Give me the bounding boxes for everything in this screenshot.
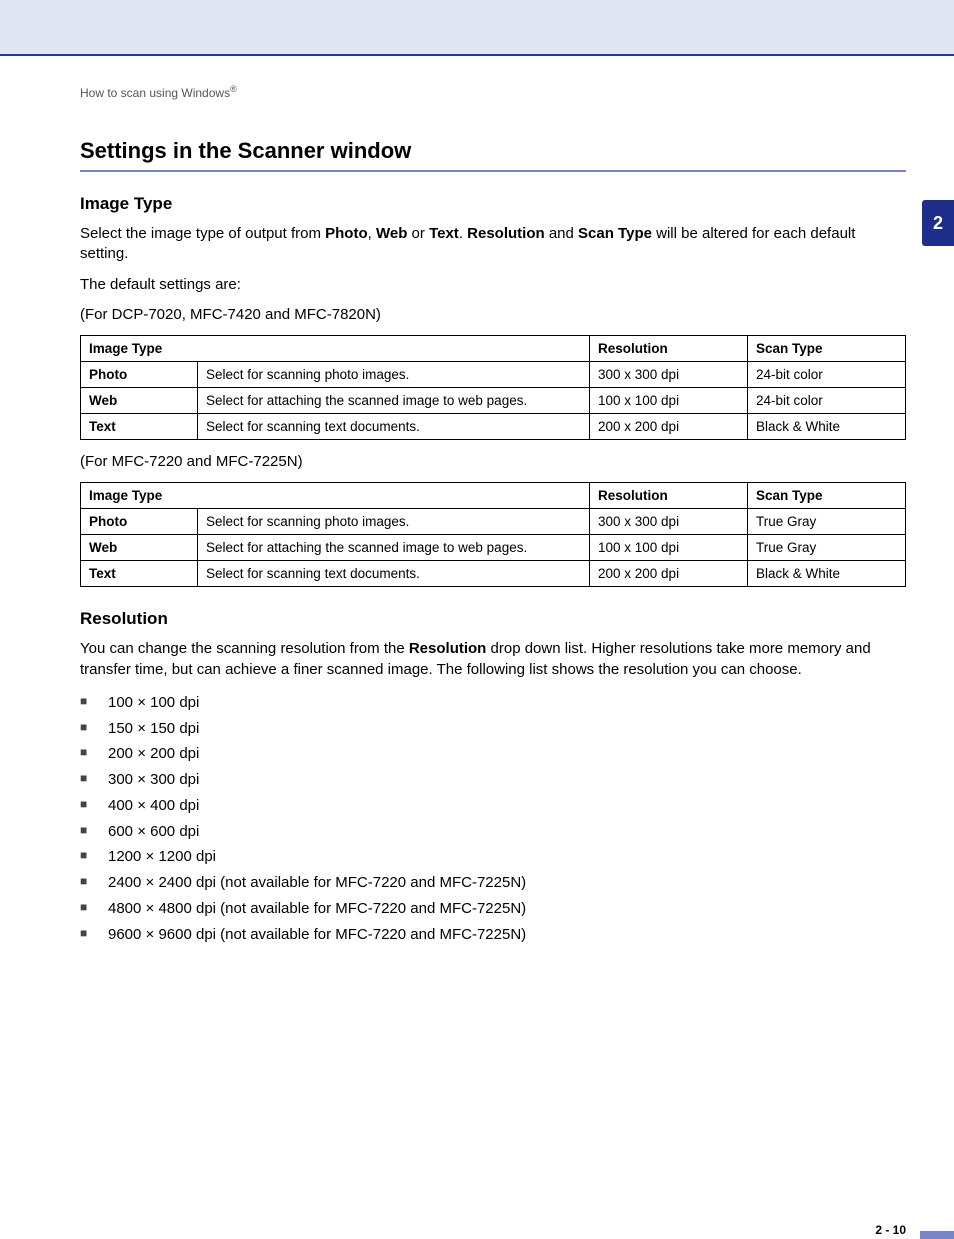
cell-desc: Select for scanning text documents.: [198, 561, 590, 587]
th-scan-type: Scan Type: [748, 336, 906, 362]
bold-resolution: Resolution: [409, 640, 487, 657]
section-title: Settings in the Scanner window: [80, 138, 906, 172]
resolution-list: 100 × 100 dpi 150 × 150 dpi 200 × 200 dp…: [80, 690, 906, 948]
cell-desc: Select for attaching the scanned image t…: [198, 388, 590, 414]
bold-scantype: Scan Type: [578, 225, 652, 242]
cell-scan: Black & White: [748, 414, 906, 440]
cell-res: 200 x 200 dpi: [590, 414, 748, 440]
cell-type: Web: [81, 388, 198, 414]
resolution-intro: You can change the scanning resolution f…: [80, 639, 906, 680]
table2-caption: (For MFC-7220 and MFC-7225N): [80, 452, 906, 472]
list-item: 4800 × 4800 dpi (not available for MFC-7…: [80, 896, 906, 922]
cell-res: 300 x 300 dpi: [590, 362, 748, 388]
text: You can change the scanning resolution f…: [80, 640, 409, 657]
bold-resolution: Resolution: [467, 225, 545, 242]
defaults-label: The default settings are:: [80, 275, 906, 295]
th-scan-type: Scan Type: [748, 483, 906, 509]
text: or: [407, 225, 429, 242]
bold-photo: Photo: [325, 225, 368, 242]
table-row: Web Select for attaching the scanned ima…: [81, 388, 906, 414]
page-footer: 2 - 10: [0, 1207, 954, 1237]
text: .: [459, 225, 467, 242]
text: Select the image type of output from: [80, 225, 325, 242]
bold-web: Web: [376, 225, 407, 242]
cell-scan: True Gray: [748, 509, 906, 535]
breadcrumb-text: How to scan using Windows: [80, 86, 230, 100]
list-item: 150 × 150 dpi: [80, 716, 906, 742]
settings-table-1: Image Type Resolution Scan Type Photo Se…: [80, 335, 906, 440]
text: and: [545, 225, 578, 242]
cell-desc: Select for attaching the scanned image t…: [198, 535, 590, 561]
image-type-intro: Select the image type of output from Pho…: [80, 224, 906, 265]
page-content: How to scan using Windows® 2 Settings in…: [0, 56, 954, 947]
th-image-type: Image Type: [81, 336, 590, 362]
list-item: 600 × 600 dpi: [80, 819, 906, 845]
table-row: Text Select for scanning text documents.…: [81, 561, 906, 587]
cell-res: 100 x 100 dpi: [590, 535, 748, 561]
cell-desc: Select for scanning photo images.: [198, 362, 590, 388]
image-type-heading: Image Type: [80, 194, 906, 214]
th-image-type: Image Type: [81, 483, 590, 509]
cell-res: 200 x 200 dpi: [590, 561, 748, 587]
cell-type: Text: [81, 414, 198, 440]
table-row: Photo Select for scanning photo images. …: [81, 509, 906, 535]
th-resolution: Resolution: [590, 483, 748, 509]
table-row: Text Select for scanning text documents.…: [81, 414, 906, 440]
chapter-number: 2: [933, 213, 943, 234]
list-item: 400 × 400 dpi: [80, 793, 906, 819]
th-resolution: Resolution: [590, 336, 748, 362]
chapter-tab: 2: [922, 200, 954, 246]
cell-scan: 24-bit color: [748, 388, 906, 414]
cell-desc: Select for scanning photo images.: [198, 509, 590, 535]
resolution-heading: Resolution: [80, 609, 906, 629]
table-row: Photo Select for scanning photo images. …: [81, 362, 906, 388]
cell-scan: 24-bit color: [748, 362, 906, 388]
footer-decoration: [920, 1231, 954, 1239]
header-bar: [0, 0, 954, 56]
page-number: 2 - 10: [875, 1223, 906, 1237]
table-header-row: Image Type Resolution Scan Type: [81, 483, 906, 509]
bold-text: Text: [429, 225, 459, 242]
cell-type: Text: [81, 561, 198, 587]
breadcrumb: How to scan using Windows®: [80, 84, 906, 100]
trademark-symbol: ®: [230, 84, 237, 94]
cell-desc: Select for scanning text documents.: [198, 414, 590, 440]
text: ,: [368, 225, 376, 242]
list-item: 2400 × 2400 dpi (not available for MFC-7…: [80, 870, 906, 896]
cell-scan: True Gray: [748, 535, 906, 561]
table1-caption: (For DCP-7020, MFC-7420 and MFC-7820N): [80, 305, 906, 325]
list-item: 300 × 300 dpi: [80, 767, 906, 793]
cell-scan: Black & White: [748, 561, 906, 587]
cell-type: Photo: [81, 362, 198, 388]
list-item: 100 × 100 dpi: [80, 690, 906, 716]
cell-res: 100 x 100 dpi: [590, 388, 748, 414]
list-item: 1200 × 1200 dpi: [80, 844, 906, 870]
table-row: Web Select for attaching the scanned ima…: [81, 535, 906, 561]
cell-type: Web: [81, 535, 198, 561]
list-item: 200 × 200 dpi: [80, 741, 906, 767]
settings-table-2: Image Type Resolution Scan Type Photo Se…: [80, 482, 906, 587]
list-item: 9600 × 9600 dpi (not available for MFC-7…: [80, 922, 906, 948]
cell-res: 300 x 300 dpi: [590, 509, 748, 535]
cell-type: Photo: [81, 509, 198, 535]
table-header-row: Image Type Resolution Scan Type: [81, 336, 906, 362]
